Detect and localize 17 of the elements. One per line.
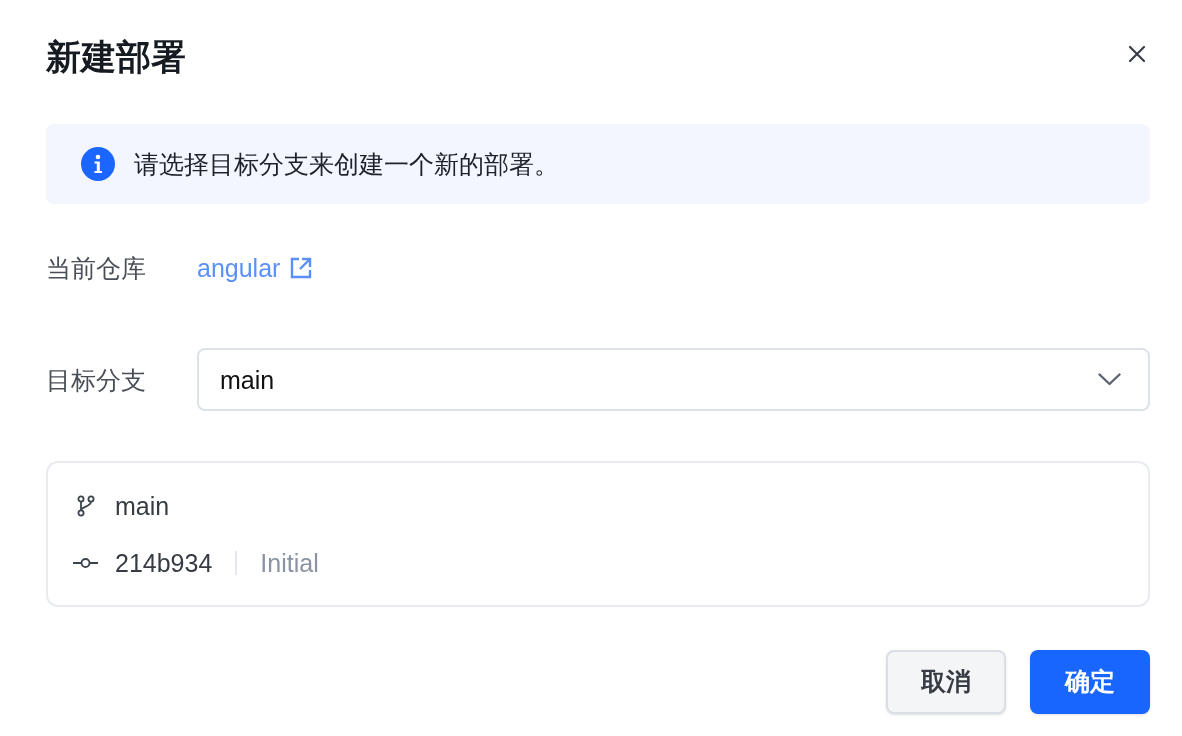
field-label: 目标分支 bbox=[46, 364, 147, 396]
cancel-button[interactable]: 取消 bbox=[886, 650, 1006, 714]
close-button[interactable] bbox=[1126, 43, 1148, 65]
external-link-icon bbox=[290, 257, 313, 279]
git-commit-icon bbox=[73, 557, 98, 569]
close-icon bbox=[1128, 45, 1146, 63]
branch-name: main bbox=[115, 491, 170, 522]
branch-select[interactable]: main bbox=[197, 348, 1150, 411]
alert-message: 请选择目标分支来创建一个新的部署。 bbox=[134, 149, 559, 180]
field-label: 当前仓库 bbox=[46, 253, 147, 284]
commit-message: Initial bbox=[260, 548, 319, 579]
git-branch-icon bbox=[76, 495, 95, 517]
chevron-down-icon bbox=[1098, 373, 1121, 386]
confirm-button[interactable]: 确定 bbox=[1030, 650, 1150, 714]
dialog-title: 新建部署 bbox=[46, 36, 186, 78]
commit-hash: 214b934 bbox=[115, 548, 213, 579]
info-icon bbox=[81, 147, 115, 181]
